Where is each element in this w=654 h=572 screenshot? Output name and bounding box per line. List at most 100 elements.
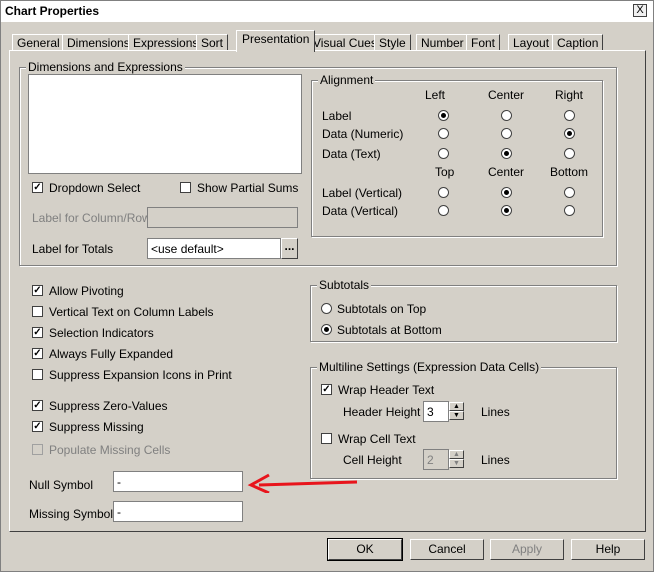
allow-pivoting-label: Allow Pivoting xyxy=(49,284,124,298)
always-fully-expanded-checkbox[interactable]: ✓ xyxy=(32,348,43,359)
spin-up-icon[interactable]: ▲ xyxy=(449,402,464,411)
tab-number[interactable]: Number xyxy=(416,34,469,51)
missing-symbol-input[interactable] xyxy=(113,501,243,522)
subtotals-at-bottom-radio[interactable] xyxy=(321,324,332,335)
tab-caption[interactable]: Caption xyxy=(552,34,604,51)
text-right-radio[interactable] xyxy=(564,148,575,159)
label-vertical-center-radio[interactable] xyxy=(501,187,512,198)
numeric-left-radio[interactable] xyxy=(438,128,449,139)
align-col-left: Left xyxy=(425,88,446,102)
chart-properties-dialog: Chart Properties X General Dimensions Ex… xyxy=(0,0,654,572)
populate-missing-cells-checkbox xyxy=(32,444,43,455)
selection-indicators-label: Selection Indicators xyxy=(49,326,154,340)
label-for-totals-label: Label for Totals xyxy=(32,242,114,256)
tab-layout[interactable]: Layout xyxy=(508,34,555,51)
align-col-center-v: Center xyxy=(488,165,525,179)
align-row-data-numeric: Data (Numeric) xyxy=(322,127,404,141)
alignment-group: Alignment Left Center Right Label Data (… xyxy=(311,73,603,237)
suppress-zero-values-checkbox[interactable]: ✓ xyxy=(32,400,43,411)
null-symbol-input[interactable] xyxy=(113,471,243,492)
wrap-header-text-checkbox[interactable]: ✓ xyxy=(321,384,332,395)
cell-lines-label: Lines xyxy=(481,453,510,467)
subtotals-group: Subtotals Subtotals on Top Subtotals at … xyxy=(310,278,617,342)
label-vertical-top-radio[interactable] xyxy=(438,187,449,198)
spin-up-icon[interactable]: ▲ xyxy=(449,450,464,459)
tab-visual-cues[interactable]: Visual Cues xyxy=(308,34,382,51)
align-row-data-text: Data (Text) xyxy=(322,147,381,161)
always-fully-expanded-label: Always Fully Expanded xyxy=(49,347,174,361)
header-lines-label: Lines xyxy=(481,405,510,419)
null-symbol-label: Null Symbol xyxy=(29,478,94,492)
tab-dimensions[interactable]: Dimensions xyxy=(62,34,135,51)
align-col-right: Right xyxy=(555,88,584,102)
missing-symbol-label: Missing Symbol xyxy=(29,507,114,521)
apply-button[interactable]: Apply xyxy=(490,539,564,560)
wrap-cell-text-label: Wrap Cell Text xyxy=(338,432,416,446)
vertical-text-label: Vertical Text on Column Labels xyxy=(49,305,214,319)
text-center-radio[interactable] xyxy=(501,148,512,159)
help-button[interactable]: Help xyxy=(571,539,645,560)
dimensions-expressions-list[interactable] xyxy=(28,74,302,174)
populate-missing-cells-label: Populate Missing Cells xyxy=(49,443,171,457)
subtotals-on-top-label: Subtotals on Top xyxy=(337,302,427,316)
dimensions-expressions-group: Dimensions and Expressions ✓ Dropdown Se… xyxy=(19,60,617,266)
label-for-totals-input[interactable] xyxy=(147,238,281,259)
wrap-header-text-label: Wrap Header Text xyxy=(338,383,435,397)
cell-height-input[interactable] xyxy=(423,449,449,470)
cancel-button[interactable]: Cancel xyxy=(410,539,484,560)
align-col-bottom: Bottom xyxy=(550,165,589,179)
numeric-center-radio[interactable] xyxy=(501,128,512,139)
header-height-input[interactable] xyxy=(423,401,449,422)
header-height-spinner[interactable]: ▲ ▼ xyxy=(449,402,464,421)
selection-indicators-checkbox[interactable]: ✓ xyxy=(32,327,43,338)
ok-button[interactable]: OK xyxy=(327,538,403,561)
label-for-column-row-input[interactable] xyxy=(147,207,298,228)
label-right-radio[interactable] xyxy=(564,110,575,121)
cell-height-label: Cell Height xyxy=(343,453,402,467)
numeric-right-radio[interactable] xyxy=(564,128,575,139)
suppress-zero-values-label: Suppress Zero-Values xyxy=(49,399,168,413)
window-title: Chart Properties xyxy=(5,4,100,18)
tab-font[interactable]: Font xyxy=(466,34,501,51)
label-for-column-row-label: Label for Column/Row xyxy=(32,211,151,225)
allow-pivoting-checkbox[interactable]: ✓ xyxy=(32,285,43,296)
subtotals-on-top-radio[interactable] xyxy=(321,303,332,314)
label-vertical-bottom-radio[interactable] xyxy=(564,187,575,198)
label-left-radio[interactable] xyxy=(438,110,449,121)
tab-general[interactable]: General xyxy=(12,34,65,51)
cell-height-spinner[interactable]: ▲ ▼ xyxy=(449,450,464,469)
spin-down-icon[interactable]: ▼ xyxy=(449,411,464,420)
align-col-top: Top xyxy=(435,165,455,179)
vertical-text-checkbox[interactable] xyxy=(32,306,43,317)
align-row-data-vertical: Data (Vertical) xyxy=(322,204,399,218)
suppress-missing-checkbox[interactable]: ✓ xyxy=(32,421,43,432)
spin-down-icon[interactable]: ▼ xyxy=(449,459,464,468)
tab-presentation[interactable]: Presentation xyxy=(236,30,316,52)
dropdown-select-label: Dropdown Select xyxy=(49,181,141,195)
show-partial-sums-checkbox[interactable] xyxy=(180,182,191,193)
close-button[interactable]: X xyxy=(633,4,647,17)
suppress-expansion-icons-checkbox[interactable] xyxy=(32,369,43,380)
tab-expressions[interactable]: Expressions xyxy=(128,34,204,51)
data-vertical-top-radio[interactable] xyxy=(438,205,449,216)
presentation-panel: Dimensions and Expressions ✓ Dropdown Se… xyxy=(9,50,646,532)
suppress-missing-label: Suppress Missing xyxy=(49,420,144,434)
header-height-label: Header Height xyxy=(343,405,421,419)
totals-browse-button[interactable]: ... xyxy=(281,238,298,259)
data-vertical-center-radio[interactable] xyxy=(501,205,512,216)
text-left-radio[interactable] xyxy=(438,148,449,159)
wrap-cell-text-checkbox[interactable] xyxy=(321,433,332,444)
multiline-settings-group: Multiline Settings (Expression Data Cell… xyxy=(310,360,617,479)
suppress-expansion-icons-label: Suppress Expansion Icons in Print xyxy=(49,368,232,382)
align-row-label-vertical: Label (Vertical) xyxy=(322,186,403,200)
dimensions-expressions-legend: Dimensions and Expressions xyxy=(26,60,185,74)
dropdown-select-checkbox[interactable]: ✓ xyxy=(32,182,43,193)
alignment-legend: Alignment xyxy=(318,73,376,87)
title-bar: Chart Properties X xyxy=(1,1,653,22)
show-partial-sums-label: Show Partial Sums xyxy=(197,181,299,195)
data-vertical-bottom-radio[interactable] xyxy=(564,205,575,216)
label-center-radio[interactable] xyxy=(501,110,512,121)
tab-style[interactable]: Style xyxy=(374,34,411,51)
subtotals-at-bottom-label: Subtotals at Bottom xyxy=(337,323,442,337)
tab-sort[interactable]: Sort xyxy=(196,34,229,51)
